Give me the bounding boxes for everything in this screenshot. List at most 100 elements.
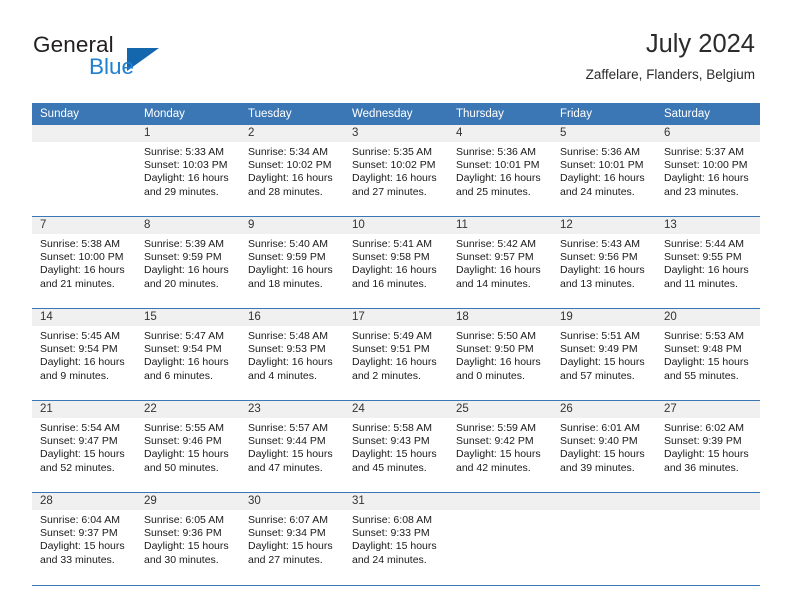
- sunrise-line: Sunrise: 5:37 AM: [664, 146, 744, 158]
- calendar-cell[interactable]: 20 Sunrise: 5:53 AM Sunset: 9:48 PM Dayl…: [656, 308, 760, 401]
- daylight-line-2: and 9 minutes.: [40, 369, 109, 382]
- calendar-cell[interactable]: 6 Sunrise: 5:37 AM Sunset: 10:00 PM Dayl…: [656, 125, 760, 217]
- day-cell[interactable]: 12 Sunrise: 5:43 AM Sunset: 9:56 PM Dayl…: [552, 217, 656, 308]
- calendar-cell[interactable]: 11 Sunrise: 5:42 AM Sunset: 9:57 PM Dayl…: [448, 216, 552, 309]
- day-info: Sunrise: 5:42 AM Sunset: 9:57 PM Dayligh…: [448, 234, 552, 291]
- day-cell[interactable]: 2 Sunrise: 5:34 AM Sunset: 10:02 PM Dayl…: [240, 125, 344, 216]
- day-number: 23: [240, 401, 344, 418]
- calendar-cell[interactable]: 31 Sunrise: 6:08 AM Sunset: 9:33 PM Dayl…: [344, 492, 448, 584]
- day-info: Sunrise: 5:40 AM Sunset: 9:59 PM Dayligh…: [240, 234, 344, 291]
- calendar-cell[interactable]: 17 Sunrise: 5:49 AM Sunset: 9:51 PM Dayl…: [344, 308, 448, 401]
- page-header: General Blue July 2024 Zaffelare, Flande…: [0, 0, 792, 96]
- calendar-cell[interactable]: 1 Sunrise: 5:33 AM Sunset: 10:03 PM Dayl…: [136, 125, 240, 217]
- day-cell[interactable]: 23 Sunrise: 5:57 AM Sunset: 9:44 PM Dayl…: [240, 401, 344, 492]
- daylight-line-2: and 24 minutes.: [560, 185, 635, 198]
- day-cell[interactable]: 29 Sunrise: 6:05 AM Sunset: 9:36 PM Dayl…: [136, 493, 240, 584]
- calendar-cell[interactable]: 13 Sunrise: 5:44 AM Sunset: 9:55 PM Dayl…: [656, 216, 760, 309]
- calendar-cell[interactable]: 10 Sunrise: 5:41 AM Sunset: 9:58 PM Dayl…: [344, 216, 448, 309]
- calendar-cell[interactable]: 25 Sunrise: 5:59 AM Sunset: 9:42 PM Dayl…: [448, 400, 552, 493]
- calendar-cell[interactable]: 8 Sunrise: 5:39 AM Sunset: 9:59 PM Dayli…: [136, 216, 240, 309]
- daylight-line-2: and 28 minutes.: [248, 185, 323, 198]
- sunset-line: Sunset: 9:51 PM: [352, 343, 430, 356]
- calendar-cell[interactable]: 28 Sunrise: 6:04 AM Sunset: 9:37 PM Dayl…: [32, 492, 136, 584]
- sunrise-line: Sunrise: 5:47 AM: [144, 330, 224, 342]
- calendar-cell[interactable]: 21 Sunrise: 5:54 AM Sunset: 9:47 PM Dayl…: [32, 400, 136, 493]
- day-cell[interactable]: 24 Sunrise: 5:58 AM Sunset: 9:43 PM Dayl…: [344, 401, 448, 492]
- calendar-cell[interactable]: 9 Sunrise: 5:40 AM Sunset: 9:59 PM Dayli…: [240, 216, 344, 309]
- sunrise-line: Sunrise: 5:44 AM: [664, 238, 744, 250]
- day-cell[interactable]: 27 Sunrise: 6:02 AM Sunset: 9:39 PM Dayl…: [656, 401, 760, 492]
- day-number: 22: [136, 401, 240, 418]
- day-cell[interactable]: 14 Sunrise: 5:45 AM Sunset: 9:54 PM Dayl…: [32, 309, 136, 400]
- calendar-cell[interactable]: 23 Sunrise: 5:57 AM Sunset: 9:44 PM Dayl…: [240, 400, 344, 493]
- calendar-cell[interactable]: 14 Sunrise: 5:45 AM Sunset: 9:54 PM Dayl…: [32, 308, 136, 401]
- calendar-cell[interactable]: 16 Sunrise: 5:48 AM Sunset: 9:53 PM Dayl…: [240, 308, 344, 401]
- sunrise-line: Sunrise: 5:58 AM: [352, 422, 432, 434]
- day-cell[interactable]: 30 Sunrise: 6:07 AM Sunset: 9:34 PM Dayl…: [240, 493, 344, 584]
- sunset-line: Sunset: 9:48 PM: [664, 343, 742, 356]
- daylight-line-1: Daylight: 15 hours: [560, 448, 645, 461]
- daylight-line-2: and 27 minutes.: [248, 553, 323, 566]
- day-cell[interactable]: 19 Sunrise: 5:51 AM Sunset: 9:49 PM Dayl…: [552, 309, 656, 400]
- day-cell[interactable]: 4 Sunrise: 5:36 AM Sunset: 10:01 PM Dayl…: [448, 125, 552, 216]
- day-cell[interactable]: 3 Sunrise: 5:35 AM Sunset: 10:02 PM Dayl…: [344, 125, 448, 216]
- day-cell[interactable]: 10 Sunrise: 5:41 AM Sunset: 9:58 PM Dayl…: [344, 217, 448, 308]
- sunrise-line: Sunrise: 6:08 AM: [352, 514, 432, 526]
- sunrise-line: Sunrise: 6:02 AM: [664, 422, 744, 434]
- sunset-line: Sunset: 9:49 PM: [560, 343, 638, 356]
- day-cell[interactable]: 6 Sunrise: 5:37 AM Sunset: 10:00 PM Dayl…: [656, 125, 760, 216]
- sunset-line: Sunset: 10:02 PM: [352, 159, 436, 172]
- day-cell[interactable]: 1 Sunrise: 5:33 AM Sunset: 10:03 PM Dayl…: [136, 125, 240, 216]
- calendar-cell[interactable]: 30 Sunrise: 6:07 AM Sunset: 9:34 PM Dayl…: [240, 492, 344, 584]
- daylight-line-2: and 4 minutes.: [248, 369, 317, 382]
- calendar-grid: Sunday Monday Tuesday Wednesday Thursday…: [32, 103, 760, 584]
- day-cell[interactable]: 15 Sunrise: 5:47 AM Sunset: 9:54 PM Dayl…: [136, 309, 240, 400]
- day-cell[interactable]: 25 Sunrise: 5:59 AM Sunset: 9:42 PM Dayl…: [448, 401, 552, 492]
- calendar-cell[interactable]: 18 Sunrise: 5:50 AM Sunset: 9:50 PM Dayl…: [448, 308, 552, 401]
- day-cell[interactable]: 16 Sunrise: 5:48 AM Sunset: 9:53 PM Dayl…: [240, 309, 344, 400]
- daylight-line-2: and 6 minutes.: [144, 369, 213, 382]
- calendar-cell[interactable]: 22 Sunrise: 5:55 AM Sunset: 9:46 PM Dayl…: [136, 400, 240, 493]
- sunset-line: Sunset: 9:55 PM: [664, 251, 742, 264]
- calendar-cell[interactable]: 4 Sunrise: 5:36 AM Sunset: 10:01 PM Dayl…: [448, 125, 552, 217]
- day-cell[interactable]: 20 Sunrise: 5:53 AM Sunset: 9:48 PM Dayl…: [656, 309, 760, 400]
- calendar-cell[interactable]: [32, 125, 136, 217]
- day-cell[interactable]: 28 Sunrise: 6:04 AM Sunset: 9:37 PM Dayl…: [32, 493, 136, 584]
- day-cell[interactable]: 31 Sunrise: 6:08 AM Sunset: 9:33 PM Dayl…: [344, 493, 448, 584]
- calendar-cell[interactable]: 5 Sunrise: 5:36 AM Sunset: 10:01 PM Dayl…: [552, 125, 656, 217]
- day-cell[interactable]: 17 Sunrise: 5:49 AM Sunset: 9:51 PM Dayl…: [344, 309, 448, 400]
- calendar-cell[interactable]: 12 Sunrise: 5:43 AM Sunset: 9:56 PM Dayl…: [552, 216, 656, 309]
- calendar-cell[interactable]: 2 Sunrise: 5:34 AM Sunset: 10:02 PM Dayl…: [240, 125, 344, 217]
- day-info: Sunrise: 5:49 AM Sunset: 9:51 PM Dayligh…: [344, 326, 448, 383]
- calendar-cell[interactable]: 15 Sunrise: 5:47 AM Sunset: 9:54 PM Dayl…: [136, 308, 240, 401]
- calendar-cell[interactable]: [656, 492, 760, 584]
- day-cell[interactable]: 13 Sunrise: 5:44 AM Sunset: 9:55 PM Dayl…: [656, 217, 760, 308]
- daylight-line-1: Daylight: 15 hours: [352, 540, 437, 553]
- generalblue-logo[interactable]: General Blue: [33, 32, 233, 82]
- daylight-line-2: and 11 minutes.: [664, 277, 738, 290]
- calendar-cell[interactable]: 3 Sunrise: 5:35 AM Sunset: 10:02 PM Dayl…: [344, 125, 448, 217]
- day-cell[interactable]: 7 Sunrise: 5:38 AM Sunset: 10:00 PM Dayl…: [32, 217, 136, 308]
- daylight-line-1: Daylight: 15 hours: [40, 540, 125, 553]
- calendar-cell[interactable]: 27 Sunrise: 6:02 AM Sunset: 9:39 PM Dayl…: [656, 400, 760, 493]
- day-cell[interactable]: 11 Sunrise: 5:42 AM Sunset: 9:57 PM Dayl…: [448, 217, 552, 308]
- calendar-cell[interactable]: 26 Sunrise: 6:01 AM Sunset: 9:40 PM Dayl…: [552, 400, 656, 493]
- day-cell[interactable]: 8 Sunrise: 5:39 AM Sunset: 9:59 PM Dayli…: [136, 217, 240, 308]
- calendar-cell[interactable]: 29 Sunrise: 6:05 AM Sunset: 9:36 PM Dayl…: [136, 492, 240, 584]
- calendar-cell[interactable]: 19 Sunrise: 5:51 AM Sunset: 9:49 PM Dayl…: [552, 308, 656, 401]
- daylight-line-1: Daylight: 16 hours: [248, 356, 333, 369]
- day-cell[interactable]: 21 Sunrise: 5:54 AM Sunset: 9:47 PM Dayl…: [32, 401, 136, 492]
- calendar-cell[interactable]: 7 Sunrise: 5:38 AM Sunset: 10:00 PM Dayl…: [32, 216, 136, 309]
- calendar-cell[interactable]: 24 Sunrise: 5:58 AM Sunset: 9:43 PM Dayl…: [344, 400, 448, 493]
- calendar-bottom-rule: [32, 585, 760, 586]
- daylight-line-2: and 20 minutes.: [144, 277, 219, 290]
- day-cell[interactable]: 22 Sunrise: 5:55 AM Sunset: 9:46 PM Dayl…: [136, 401, 240, 492]
- day-cell[interactable]: 18 Sunrise: 5:50 AM Sunset: 9:50 PM Dayl…: [448, 309, 552, 400]
- day-cell[interactable]: 26 Sunrise: 6:01 AM Sunset: 9:40 PM Dayl…: [552, 401, 656, 492]
- calendar-cell[interactable]: [552, 492, 656, 584]
- daylight-line-1: Daylight: 16 hours: [560, 172, 645, 185]
- calendar-cell[interactable]: [448, 492, 552, 584]
- day-cell[interactable]: 9 Sunrise: 5:40 AM Sunset: 9:59 PM Dayli…: [240, 217, 344, 308]
- daylight-line-2: and 33 minutes.: [40, 553, 115, 566]
- day-cell[interactable]: 5 Sunrise: 5:36 AM Sunset: 10:01 PM Dayl…: [552, 125, 656, 216]
